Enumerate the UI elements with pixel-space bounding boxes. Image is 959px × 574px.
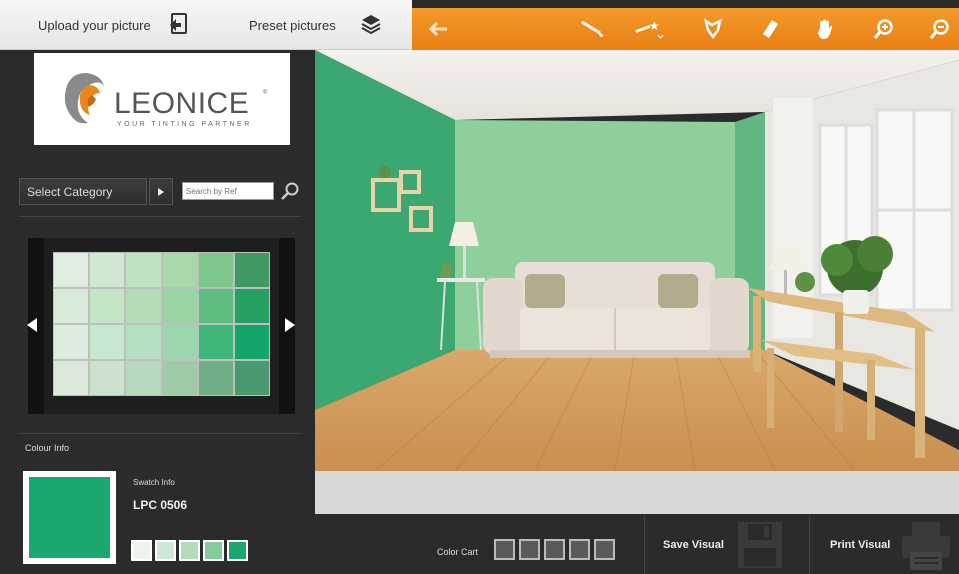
back-arrow-icon xyxy=(429,21,447,37)
printer-icon xyxy=(902,522,951,570)
tint-swatch[interactable] xyxy=(131,540,152,561)
zoom-out-icon xyxy=(929,19,949,39)
preset-pictures-label: Preset pictures xyxy=(249,17,336,33)
triangle-right-icon xyxy=(285,318,295,332)
print-visual-button[interactable]: Print Visual xyxy=(809,516,959,574)
color-cart-slot[interactable] xyxy=(594,539,615,560)
palette-swatch[interactable] xyxy=(90,361,125,395)
palette-swatch[interactable] xyxy=(126,361,161,395)
palette-swatch[interactable] xyxy=(126,325,161,359)
color-cart-slots xyxy=(494,539,615,560)
hand-tool-button[interactable] xyxy=(810,14,840,44)
brush-tool-button[interactable] xyxy=(578,14,608,44)
color-cart-slot[interactable] xyxy=(519,539,540,560)
sidebar-divider xyxy=(19,216,301,217)
palette-swatch[interactable] xyxy=(234,325,269,359)
magic-wand-tool-button[interactable] xyxy=(634,14,664,44)
palette-swatch[interactable] xyxy=(162,361,197,395)
palette-prev-button[interactable] xyxy=(26,317,38,338)
tint-swatch[interactable] xyxy=(179,540,200,561)
upload-picture-button[interactable]: Upload your picture xyxy=(38,0,189,50)
swatch-grid xyxy=(53,252,270,396)
upload-icon xyxy=(167,12,189,39)
category-row: Select Category xyxy=(19,178,173,208)
palette-swatch[interactable] xyxy=(198,253,233,287)
colour-info-heading: Colour Info xyxy=(25,443,70,453)
palette-next-button[interactable] xyxy=(284,317,296,338)
zoom-in-icon xyxy=(873,19,893,39)
app-window: Upload your picture Preset pictures LEON… xyxy=(0,0,959,574)
palette-swatch[interactable] xyxy=(234,253,269,287)
palette-swatch[interactable] xyxy=(126,289,161,323)
palette-swatch[interactable] xyxy=(198,361,233,395)
palette-swatch[interactable] xyxy=(90,253,125,287)
preview-bottom-strip xyxy=(315,471,959,514)
palette-swatch[interactable] xyxy=(198,325,233,359)
hand-icon xyxy=(818,19,833,39)
select-category-dropdown[interactable]: Select Category xyxy=(19,178,147,205)
search-ref-input[interactable] xyxy=(182,182,274,200)
palette-swatch[interactable] xyxy=(162,289,197,323)
brand-logo: LEONICE ® YOUR TINTING PARTNER xyxy=(34,53,290,145)
palette-swatch[interactable] xyxy=(54,325,89,359)
palette-swatch[interactable] xyxy=(162,253,197,287)
caret-right-icon xyxy=(158,187,164,196)
color-cart-slot[interactable] xyxy=(544,539,565,560)
eraser-icon xyxy=(763,20,778,38)
selected-colour-swatch xyxy=(23,471,116,564)
tint-swatch[interactable] xyxy=(155,540,176,561)
magic-wand-icon xyxy=(635,21,664,39)
tint-swatch[interactable] xyxy=(203,540,224,561)
preset-pictures-button[interactable]: Preset pictures xyxy=(249,0,382,50)
upload-picture-label: Upload your picture xyxy=(38,17,151,33)
lion-logo-icon xyxy=(64,73,104,124)
eraser-tool-button[interactable] xyxy=(755,14,785,44)
brand-tagline: YOUR TINTING PARTNER xyxy=(117,121,252,128)
back-button[interactable] xyxy=(424,14,454,44)
sidebar-divider-2 xyxy=(19,433,301,434)
palette-swatch[interactable] xyxy=(54,289,89,323)
zoom-out-button[interactable] xyxy=(925,14,955,44)
save-visual-button[interactable]: Save Visual xyxy=(644,516,809,574)
selected-colour-fill xyxy=(29,477,110,558)
tool-bar xyxy=(412,8,959,50)
print-visual-label: Print Visual xyxy=(830,539,891,551)
palette-swatch[interactable] xyxy=(234,289,269,323)
room-preview[interactable] xyxy=(315,50,959,471)
triangle-left-icon xyxy=(27,318,37,332)
tint-swatch[interactable] xyxy=(227,540,248,561)
color-cart-label: Color Cart xyxy=(437,547,479,557)
swatch-info-label: Swatch Info xyxy=(133,478,175,487)
brush-icon xyxy=(581,20,604,37)
select-category-label: Select Category xyxy=(27,184,113,199)
palette-swatch[interactable] xyxy=(90,289,125,323)
lasso-tool-button[interactable] xyxy=(698,14,728,44)
color-cart-slot[interactable] xyxy=(569,539,590,560)
tint-swatches xyxy=(131,540,248,561)
search-button[interactable] xyxy=(278,178,302,204)
category-expand-button[interactable] xyxy=(149,178,173,205)
save-icon xyxy=(737,522,782,568)
registered-mark: ® xyxy=(263,90,268,96)
search-icon xyxy=(281,182,299,200)
top-menu-bar: Upload your picture Preset pictures xyxy=(0,0,412,50)
lasso-icon xyxy=(704,18,722,40)
zoom-in-button[interactable] xyxy=(869,14,899,44)
palette-swatch[interactable] xyxy=(54,361,89,395)
brand-name: LEONICE xyxy=(114,87,250,120)
palette-swatch[interactable] xyxy=(126,253,161,287)
palette-swatch[interactable] xyxy=(234,361,269,395)
layers-icon xyxy=(360,13,382,38)
sofa xyxy=(483,262,750,358)
palette-swatch[interactable] xyxy=(90,325,125,359)
save-visual-label: Save Visual xyxy=(663,539,724,551)
color-cart-slot[interactable] xyxy=(494,539,515,560)
palette-swatch[interactable] xyxy=(198,289,233,323)
swatch-code: LPC 0506 xyxy=(133,498,188,512)
palette-swatch[interactable] xyxy=(54,253,89,287)
palette-swatch[interactable] xyxy=(162,325,197,359)
